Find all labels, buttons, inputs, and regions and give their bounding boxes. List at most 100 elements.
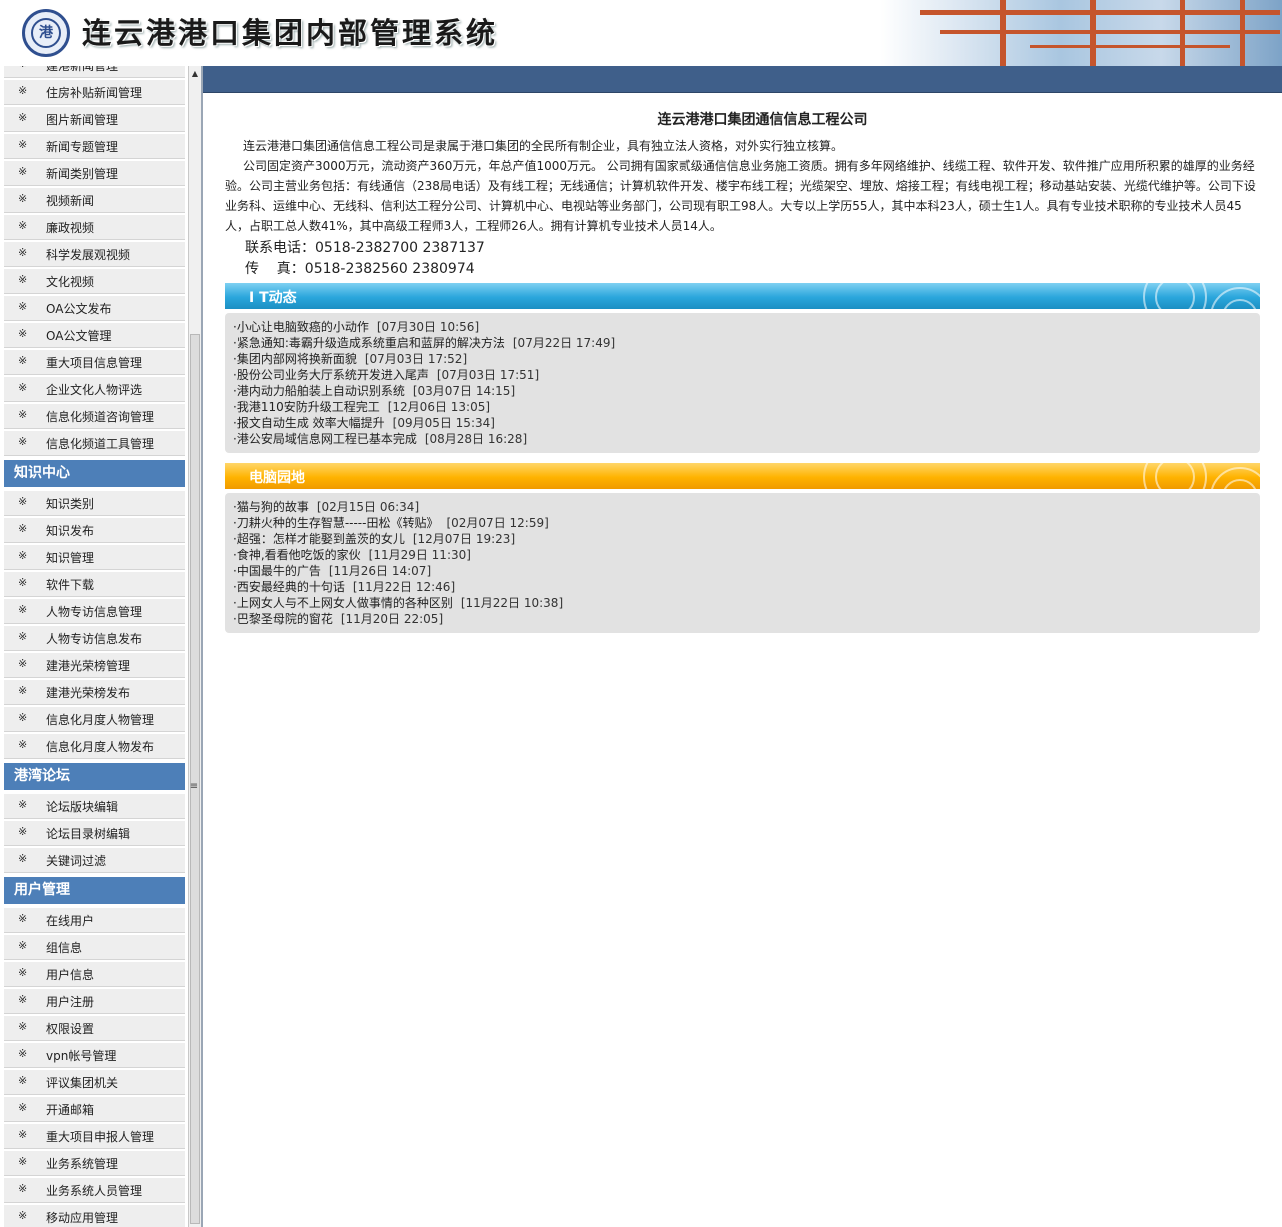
menu-item[interactable]: ※ 论坛目录树编辑 [4, 821, 185, 846]
news-link[interactable]: ·刀耕火种的生存智慧-----田松《转贴》 [233, 516, 438, 530]
news-link[interactable]: ·中国最牛的广告 [233, 564, 321, 578]
menu-item-label[interactable]: 文化视频 [46, 273, 94, 290]
menu-item[interactable]: ※ 软件下载 [4, 572, 185, 597]
menu-item[interactable]: ※ 图片新闻管理 [4, 107, 185, 132]
menu-item-label[interactable]: OA公文管理 [46, 327, 111, 344]
menu-item[interactable]: ※ 人物专访信息管理 [4, 599, 185, 624]
news-link[interactable]: ·紧急通知:毒霸升级造成系统重启和蓝屏的解决方法 [233, 336, 505, 350]
menu-header-knowledge[interactable]: 知识中心 [4, 460, 185, 487]
menu-item-label[interactable]: 建港新闻管理 [46, 66, 118, 74]
menu-item[interactable]: ※ 科学发展观视频 [4, 242, 185, 267]
menu-item[interactable]: ※ OA公文管理 [4, 323, 185, 348]
menu-item-label[interactable]: OA公文发布 [46, 300, 111, 317]
news-link[interactable]: ·小心让电脑致癌的小动作 [233, 320, 369, 334]
menu-item-label[interactable]: 关键词过滤 [46, 852, 106, 869]
news-link[interactable]: ·我港110安防升级工程完工 [233, 400, 380, 414]
menu-item-label[interactable]: 图片新闻管理 [46, 111, 118, 128]
menu-item[interactable]: ※ 新闻类别管理 [4, 161, 185, 186]
menu-item[interactable]: ※ 知识发布 [4, 518, 185, 543]
menu-item[interactable]: ※ 新闻专题管理 [4, 134, 185, 159]
menu-item[interactable]: ※ 住房补贴新闻管理 [4, 80, 185, 105]
menu-item-label[interactable]: 建港光荣榜发布 [46, 684, 130, 701]
menu-item[interactable]: ※ vpn帐号管理 [4, 1043, 185, 1068]
menu-item[interactable]: ※ 关键词过滤 [4, 848, 185, 873]
menu-item[interactable]: ※ 廉政视频 [4, 215, 185, 240]
menu-item-label[interactable]: 用户注册 [46, 993, 94, 1010]
menu-item-label[interactable]: vpn帐号管理 [46, 1047, 116, 1064]
menu-item[interactable]: ※ 重大项目信息管理 [4, 350, 185, 375]
menu-item[interactable]: ※ 企业文化人物评选 [4, 377, 185, 402]
news-link[interactable]: ·超强：怎样才能娶到盖茨的女儿 [233, 532, 405, 546]
menu-item[interactable]: ※ 知识管理 [4, 545, 185, 570]
menu-item[interactable]: ※ 视频新闻 [4, 188, 185, 213]
menu-item-label[interactable]: 权限设置 [46, 1020, 94, 1037]
menu-item[interactable]: ※ 知识类别 [4, 491, 185, 516]
menu-item-label[interactable]: 建港光荣榜管理 [46, 657, 130, 674]
scroll-up-arrow-icon[interactable]: ▲ [189, 68, 201, 80]
menu-item[interactable]: ※ 在线用户 [4, 908, 185, 933]
menu-item-label[interactable]: 组信息 [46, 939, 82, 956]
menu-header-forum[interactable]: 港湾论坛 [4, 763, 185, 790]
frame-splitter-handle-icon[interactable]: ≡ [188, 779, 200, 795]
news-link[interactable]: ·猫与狗的故事 [233, 500, 309, 514]
menu-item-label[interactable]: 业务系统管理 [46, 1155, 118, 1172]
menu-item-label[interactable]: 信息化频道咨询管理 [46, 408, 154, 425]
menu-item[interactable]: ※ 信息化月度人物管理 [4, 707, 185, 732]
menu-item-label[interactable]: 信息化频道工具管理 [46, 435, 154, 452]
menu-item[interactable]: ※ OA公文发布 [4, 296, 185, 321]
menu-item-label[interactable]: 知识类别 [46, 495, 94, 512]
news-link[interactable]: ·上网女人与不上网女人做事情的各种区别 [233, 596, 453, 610]
menu-item[interactable]: ※ 人物专访信息发布 [4, 626, 185, 651]
menu-item-label[interactable]: 移动应用管理 [46, 1209, 118, 1226]
menu-item[interactable]: ※ 用户注册 [4, 989, 185, 1014]
menu-item[interactable]: ※ 建港光荣榜管理 [4, 653, 185, 678]
menu-item-label[interactable]: 信息化月度人物发布 [46, 738, 154, 755]
menu-item[interactable]: ※ 信息化月度人物发布 [4, 734, 185, 759]
menu-item[interactable]: ※ 信息化频道工具管理 [4, 431, 185, 456]
menu-item[interactable]: ※ 组信息 [4, 935, 185, 960]
news-link[interactable]: ·集团内部网将换新面貌 [233, 352, 357, 366]
menu-header-users[interactable]: 用户管理 [4, 877, 185, 904]
menu-item-label[interactable]: 新闻专题管理 [46, 138, 118, 155]
menu-item-label[interactable]: 知识发布 [46, 522, 94, 539]
menu-item-label[interactable]: 信息化月度人物管理 [46, 711, 154, 728]
menu-item-label[interactable]: 视频新闻 [46, 192, 94, 209]
news-link[interactable]: ·港内动力船舶装上自动识别系统 [233, 384, 405, 398]
menu-item-label[interactable]: 软件下载 [46, 576, 94, 593]
menu-item[interactable]: ※ 信息化频道咨询管理 [4, 404, 185, 429]
menu-item-label[interactable]: 人物专访信息管理 [46, 603, 142, 620]
menu-item[interactable]: ※ 重大项目申报人管理 [4, 1124, 185, 1149]
news-link[interactable]: ·股份公司业务大厅系统开发进入尾声 [233, 368, 429, 382]
menu-item[interactable]: ※ 权限设置 [4, 1016, 185, 1041]
menu-item-label[interactable]: 住房补贴新闻管理 [46, 84, 142, 101]
menu-item[interactable]: ※ 业务系统人员管理 [4, 1178, 185, 1203]
menu-item-label[interactable]: 科学发展观视频 [46, 246, 130, 263]
menu-item-label[interactable]: 在线用户 [46, 912, 94, 929]
menu-item[interactable]: ※ 用户信息 [4, 962, 185, 987]
news-link[interactable]: ·食神,看看他吃饭的家伙 [233, 548, 361, 562]
menu-item-label[interactable]: 用户信息 [46, 966, 94, 983]
menu-item[interactable]: ※ 业务系统管理 [4, 1151, 185, 1176]
menu-item[interactable]: ※ 移动应用管理 [4, 1205, 185, 1227]
news-link[interactable]: ·巴黎圣母院的窗花 [233, 612, 333, 626]
menu-item-label[interactable]: 廉政视频 [46, 219, 94, 236]
menu-item-label[interactable]: 业务系统人员管理 [46, 1182, 142, 1199]
menu-item[interactable]: ※ 论坛版块编辑 [4, 794, 185, 819]
menu-item-label[interactable]: 新闻类别管理 [46, 165, 118, 182]
menu-item[interactable]: ※ 建港光荣榜发布 [4, 680, 185, 705]
menu-item-label[interactable]: 重大项目申报人管理 [46, 1128, 154, 1145]
menu-item-label[interactable]: 人物专访信息发布 [46, 630, 142, 647]
menu-item-label[interactable]: 重大项目信息管理 [46, 354, 142, 371]
menu-item-label[interactable]: 论坛目录树编辑 [46, 825, 130, 842]
menu-item-label[interactable]: 评议集团机关 [46, 1074, 118, 1091]
news-link[interactable]: ·报文自动生成 效率大幅提升 [233, 416, 385, 430]
menu-item[interactable]: ※ 文化视频 [4, 269, 185, 294]
menu-item-label[interactable]: 企业文化人物评选 [46, 381, 142, 398]
news-link[interactable]: ·西安最经典的十句话 [233, 580, 345, 594]
menu-item[interactable]: ※ 评议集团机关 [4, 1070, 185, 1095]
menu-item[interactable]: ※ 建港新闻管理 [4, 66, 185, 78]
menu-item-label[interactable]: 知识管理 [46, 549, 94, 566]
menu-item[interactable]: ※ 开通邮箱 [4, 1097, 185, 1122]
sidebar-scrollbar[interactable]: ▲ [188, 66, 201, 1227]
menu-item-label[interactable]: 开通邮箱 [46, 1101, 94, 1118]
